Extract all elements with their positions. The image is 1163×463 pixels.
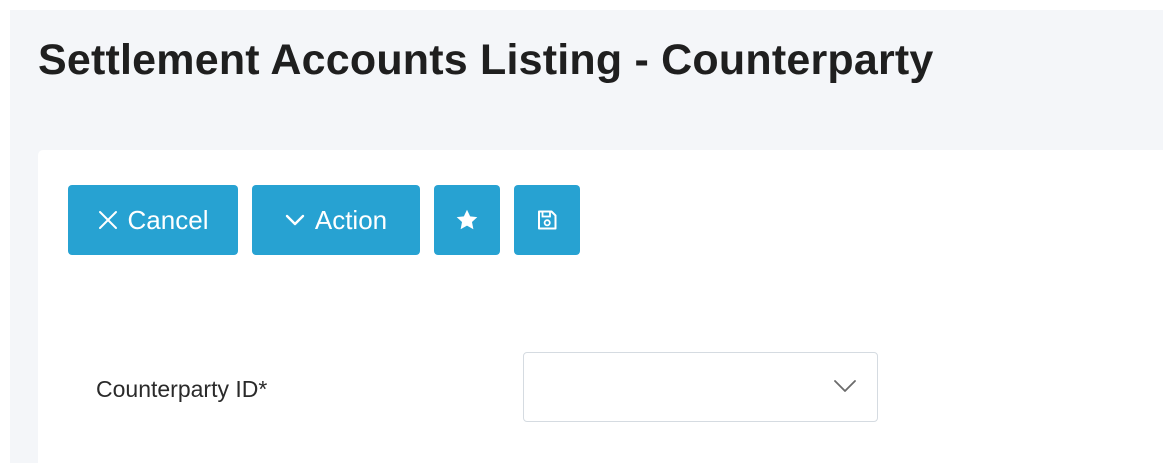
close-icon [98,210,118,230]
favorite-button[interactable] [434,185,500,255]
star-icon [454,207,480,233]
floppy-disk-icon [536,209,558,231]
chevron-down-icon [285,213,305,227]
cancel-button[interactable]: Cancel [68,185,238,255]
chevron-down-icon [833,377,857,395]
action-button-label: Action [314,204,388,235]
counterparty-id-row: Counterparty ID* [96,352,896,422]
action-button[interactable]: Action [252,185,420,255]
page-title: Settlement Accounts Listing - Counterpar… [38,36,934,84]
counterparty-id-label: Counterparty ID* [96,376,268,402]
cancel-button-label: Cancel [127,204,209,235]
save-button[interactable] [514,185,580,255]
counterparty-id-select[interactable] [523,352,878,422]
main-card: Cancel Action Counterparty ID* [38,150,1163,463]
